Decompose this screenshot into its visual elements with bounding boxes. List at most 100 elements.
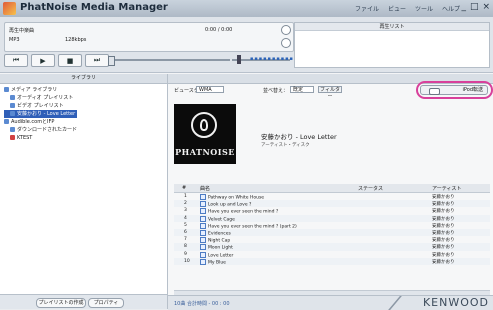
table-row[interactable]: 1 Pathway on White House 安藤かおり — [174, 193, 490, 201]
play-button[interactable]: ▶ — [31, 54, 55, 67]
track-checkbox[interactable] — [200, 215, 206, 222]
track-number: 1 — [184, 194, 187, 199]
col-status[interactable]: ステータス — [358, 185, 383, 192]
table-row[interactable]: 2 Look up and Love ? 安藤かおり — [174, 200, 490, 208]
shuffle-toggle-icon[interactable] — [281, 38, 291, 48]
album-info: 安藤かおり - Love Letter アーティスト・ディスク — [261, 131, 337, 148]
sort-label: 並べ替え： — [263, 88, 289, 94]
view-style-select[interactable]: WMA — [196, 86, 224, 93]
track-artist-cell: 安藤かおり — [432, 223, 455, 229]
transport-controls: ⏮ ▶ ■ ⏭ — [4, 54, 109, 67]
track-checkbox[interactable] — [200, 237, 206, 244]
track-title-cell: My Blue — [200, 258, 226, 265]
table-row[interactable]: 6 Evidences 安藤かおり — [174, 228, 490, 236]
now-playing-title: 再生中楽曲 — [9, 28, 35, 34]
menu-file[interactable]: ファイル — [355, 4, 379, 13]
track-checkbox[interactable] — [200, 251, 206, 258]
album-brand: PHATNOISE — [175, 147, 235, 157]
tree-item-label: Audible.comとIFP — [11, 119, 55, 125]
col-number[interactable]: # — [182, 185, 186, 191]
table-row[interactable]: 3 Have you ever seen the mind ? 安藤かおり — [174, 207, 490, 215]
track-checkbox[interactable] — [200, 229, 206, 236]
track-artist-cell: 安藤かおり — [432, 194, 455, 200]
seek-slider[interactable] — [108, 56, 230, 66]
track-artist-cell: 安藤かおり — [432, 244, 455, 250]
menu-bar: ファイル ビュー ツール ヘルプ — [355, 4, 460, 13]
tree-item[interactable]: メディア ライブラリ — [4, 86, 77, 94]
tree-item[interactable]: KTEST — [4, 134, 77, 142]
seek-handle[interactable] — [108, 56, 115, 66]
track-checkbox[interactable] — [200, 244, 206, 251]
sort-select[interactable]: 既定 — [290, 86, 314, 93]
audio-bitrate: 128kbps — [65, 37, 87, 43]
playlist-icon — [10, 111, 15, 116]
track-number-cell: 8 — [184, 244, 187, 249]
track-number-cell: 3 — [184, 208, 187, 213]
col-artist[interactable]: アーティスト — [432, 185, 461, 192]
library-footer: プレイリストの作成 プロパティ — [0, 294, 167, 309]
playlist-panel: 再生リスト — [294, 22, 490, 68]
stop-button[interactable]: ■ — [58, 54, 82, 67]
minimize-button[interactable]: _ — [461, 2, 466, 12]
create-playlist-button[interactable]: プレイリストの作成 — [36, 298, 86, 308]
tree-item[interactable]: ダウンロードされたカード — [4, 126, 77, 134]
status-bar: 10曲 合計時間 - 00 : 00 KENWOOD — [168, 295, 493, 310]
track-number-cell: 9 — [184, 252, 187, 257]
tree-item-label: メディア ライブラリ — [11, 87, 58, 93]
player-panel: 再生中楽曲 MP3 128kbps 0:00 / 0:00 ⏮ ▶ ■ ⏭ ▪▪… — [0, 17, 493, 73]
next-button[interactable]: ⏭ — [85, 54, 109, 67]
table-row[interactable]: 8 Moon Light 安藤かおり — [174, 243, 490, 251]
menu-view[interactable]: ビュー — [388, 4, 406, 13]
volume-handle[interactable] — [237, 55, 241, 64]
menu-help[interactable]: ヘルプ — [442, 4, 460, 13]
track-number: 5 — [184, 222, 187, 228]
repeat-toggle-icon[interactable] — [281, 25, 291, 35]
track-number-cell: 1 — [184, 194, 187, 199]
track-number: 3 — [184, 208, 187, 214]
tree-item[interactable]: 安藤かおり - Love Letter — [4, 110, 78, 118]
track-number-cell: 4 — [184, 216, 187, 221]
track-artist-cell: 安藤かおり — [432, 259, 455, 265]
track-number: 9 — [184, 251, 187, 257]
content-panel: ビュースタイル WMA 並べ替え： 既定 フィルター iPod転送 PHATNO… — [168, 74, 493, 310]
track-number-cell: 5 — [184, 223, 187, 228]
track-checkbox[interactable] — [200, 194, 206, 200]
menu-tools[interactable]: ツール — [415, 4, 433, 13]
track-table-header: # 曲名 ステータス アーティスト — [174, 184, 490, 193]
status-text: 10曲 合計時間 - 00 : 00 — [174, 301, 230, 307]
table-row[interactable]: 9 Love Letter 安藤かおり — [174, 251, 490, 258]
filter-button[interactable]: フィルター — [318, 86, 342, 100]
track-number-cell: 2 — [184, 201, 187, 206]
tree-item[interactable]: オーディオ プレイリスト — [4, 94, 77, 102]
track-checkbox[interactable] — [200, 258, 206, 265]
track-number-cell: 10 — [184, 259, 190, 264]
track-checkbox[interactable] — [200, 208, 206, 215]
content-toolbar: ビュースタイル WMA 並べ替え： 既定 フィルター iPod転送 — [168, 81, 493, 100]
playlist-icon — [10, 127, 15, 132]
track-artist-cell: 安藤かおり — [432, 216, 455, 222]
audio-format: MP3 — [9, 37, 20, 43]
maximize-button[interactable]: □ — [470, 2, 479, 12]
table-row[interactable]: 10 My Blue 安藤かおり — [174, 257, 490, 265]
tree-item[interactable]: ビデオ プレイリスト — [4, 102, 77, 110]
playback-time: 0:00 / 0:00 — [205, 27, 233, 33]
track-checkbox[interactable] — [200, 222, 206, 229]
properties-button[interactable]: プロパティ — [88, 298, 124, 308]
tree-item[interactable]: Audible.comとIFP — [4, 118, 77, 126]
track-number: 6 — [184, 229, 187, 235]
playlist-icon — [10, 135, 15, 140]
table-row[interactable]: 4 Velvet Cage 安藤かおり — [174, 214, 490, 222]
previous-button[interactable]: ⏮ — [4, 54, 28, 67]
folder-icon — [4, 119, 9, 124]
table-row[interactable]: 5 Have you ever seen the mind ? (part 2) 安… — [174, 222, 490, 229]
track-artist-cell: 安藤かおり — [432, 237, 455, 243]
track-number: 2 — [184, 201, 187, 207]
track-number-cell: 7 — [184, 237, 187, 242]
table-row[interactable]: 7 Night Cap 安藤かおり — [174, 236, 490, 244]
track-checkbox[interactable] — [200, 201, 206, 208]
tree-item-label: オーディオ プレイリスト — [17, 95, 74, 101]
col-title[interactable]: 曲名 — [200, 185, 210, 192]
close-button[interactable]: × — [482, 2, 490, 12]
tree-item-label: KTEST — [17, 135, 33, 141]
track-artist: 安藤かおり — [432, 259, 455, 265]
